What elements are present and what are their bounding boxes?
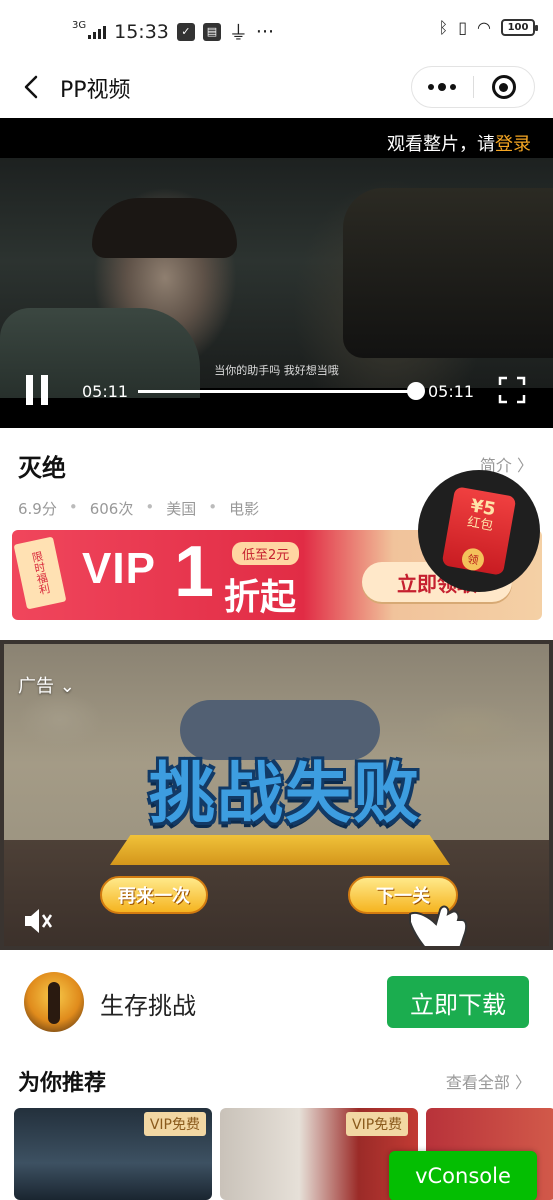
current-time: 05:11 xyxy=(82,382,129,401)
video-subtitle: 当你的助手吗 我好想当哦 xyxy=(214,364,339,377)
ad-scene-platform xyxy=(110,835,450,865)
page-title: PP视频 xyxy=(60,78,131,103)
login-tip-text: 观看整片，请 xyxy=(387,134,495,155)
ad-headline: 挑战失败 xyxy=(149,755,421,832)
vip-discount-number: 1 xyxy=(174,532,215,612)
app-name: 生存挑战 xyxy=(100,992,196,1020)
movie-region: 美国 xyxy=(166,500,197,518)
signal-icon xyxy=(88,25,107,39)
ad-video[interactable]: 广告 ⌄ 挑战失败 再来一次 下一关 xyxy=(0,640,553,950)
more-notifications: ··· xyxy=(255,20,275,43)
vip-price-pill: 低至2元 xyxy=(232,542,300,565)
pause-icon[interactable] xyxy=(26,375,54,407)
mini-program-capsule xyxy=(411,66,535,108)
red-envelope-icon: ¥5 红包 领 xyxy=(441,486,517,576)
status-bar: 3G 15:33 ✓ ▤ ⏚ ··· ᛒ ▯ ◠ 100 xyxy=(0,0,553,60)
vip-free-badge: VIP免费 xyxy=(143,1112,206,1136)
bluetooth-icon: ᛒ xyxy=(438,18,449,37)
network-type: 3G xyxy=(72,20,87,31)
limited-offer-tag: 限时福利 xyxy=(13,536,67,610)
video-scene-head xyxy=(92,198,237,258)
red-packet-float[interactable]: ¥5 红包 领 xyxy=(418,470,540,592)
nav-bar: PP视频 xyxy=(0,60,553,118)
recommend-title: 为你推荐 xyxy=(18,1071,107,1096)
usb-icon: ⏚ xyxy=(228,22,248,44)
meta-separator: • xyxy=(145,498,155,516)
status-time: 15:33 xyxy=(114,20,169,43)
app-notification-icon: ▤ xyxy=(202,22,221,41)
ad-label[interactable]: 广告 ⌄ xyxy=(18,672,75,698)
view-all-link[interactable]: 查看全部 〉 xyxy=(446,1069,531,1093)
more-dots-icon[interactable] xyxy=(412,67,473,107)
meta-separator: • xyxy=(208,498,218,516)
vip-discount-suffix: 折起 xyxy=(224,577,297,618)
movie-plays: 606次 xyxy=(89,500,134,518)
vibrate-icon: ▯ xyxy=(458,18,468,37)
movie-category: 电影 xyxy=(229,500,260,518)
mini-program-close-icon[interactable] xyxy=(473,67,534,107)
duration-time: 05:11 xyxy=(428,382,475,401)
battery-icon: 100 xyxy=(501,19,538,36)
app-avatar xyxy=(24,972,84,1032)
movie-title: 灭绝 xyxy=(18,454,66,482)
video-player[interactable]: 观看整片，请登录 当你的助手吗 我好想当哦 05:11 05:11 xyxy=(0,118,553,428)
ad-retry-button[interactable]: 再来一次 xyxy=(100,876,208,914)
fullscreen-icon[interactable] xyxy=(498,376,526,404)
recommend-header: 为你推荐 查看全部 〉 xyxy=(0,1055,553,1105)
video-scene-window xyxy=(343,188,553,358)
check-notification-icon: ✓ xyxy=(176,22,195,41)
download-button[interactable]: 立即下载 xyxy=(387,976,529,1028)
status-bar-right: ᛒ ▯ ◠ 100 xyxy=(438,18,538,37)
recommend-card[interactable]: VIP免费 xyxy=(14,1108,212,1200)
login-link[interactable]: 登录 xyxy=(495,134,531,155)
meta-separator: • xyxy=(68,498,78,516)
login-tip: 观看整片，请登录 xyxy=(387,130,531,156)
movie-meta: 6.9分 • 606次 • 美国 • 电影 xyxy=(18,498,259,519)
vconsole-button[interactable]: vConsole xyxy=(389,1151,537,1200)
pointing-hand-icon xyxy=(409,905,468,950)
vip-free-badge: VIP免费 xyxy=(346,1112,409,1136)
red-packet-seal: 领 xyxy=(460,546,486,573)
app-download-row: 生存挑战 立即下载 xyxy=(0,950,553,1050)
video-progress-bar[interactable] xyxy=(138,382,425,400)
status-bar-left: 3G 15:33 ✓ ▤ ⏚ ··· xyxy=(72,18,274,45)
vip-text: VIP xyxy=(82,544,156,593)
back-chevron-icon[interactable] xyxy=(18,72,48,102)
mute-icon[interactable] xyxy=(22,906,54,936)
video-progress-fill xyxy=(138,390,416,393)
video-frame xyxy=(0,158,553,398)
movie-score: 6.9分 xyxy=(18,500,57,518)
video-progress-knob[interactable] xyxy=(407,382,425,400)
wifi-icon: ◠ xyxy=(477,18,491,37)
